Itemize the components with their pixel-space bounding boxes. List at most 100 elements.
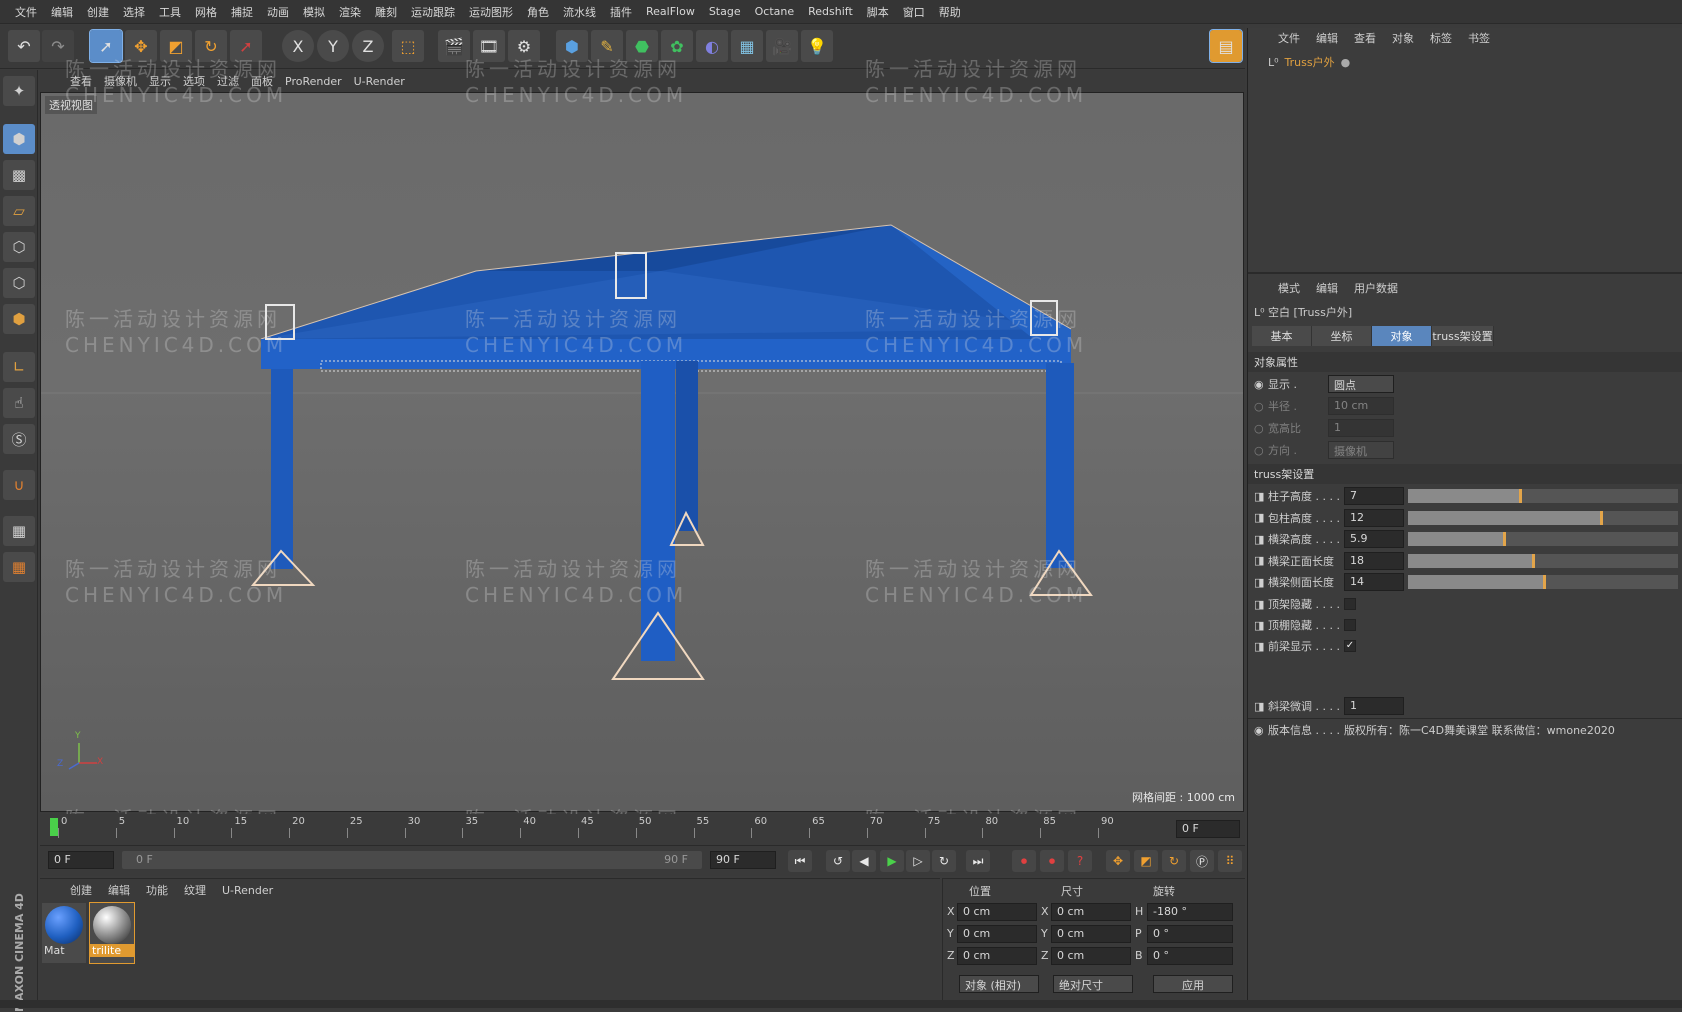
- undo-icon[interactable]: ↶: [8, 30, 40, 62]
- menu-item[interactable]: 工具: [152, 4, 188, 20]
- render-picture-icon[interactable]: 🎞: [473, 30, 505, 62]
- layout-icon[interactable]: ▤: [1209, 29, 1243, 63]
- object-menu-item[interactable]: 对象: [1384, 30, 1422, 46]
- prev-key-icon[interactable]: ↺: [826, 850, 850, 872]
- radio-icon[interactable]: ○: [1254, 400, 1268, 413]
- auto-key-icon[interactable]: ⏺: [1040, 850, 1064, 872]
- slider-knob[interactable]: [1599, 510, 1603, 525]
- subdivision-icon[interactable]: ⬣: [626, 30, 658, 62]
- radio-icon[interactable]: ◉: [1254, 378, 1268, 391]
- material-trilite[interactable]: trilite: [89, 902, 135, 964]
- current-frame-field[interactable]: 0 F: [1176, 820, 1240, 838]
- frame-range-slider[interactable]: 0 F 90 F: [122, 851, 702, 869]
- menu-item[interactable]: 插件: [603, 4, 639, 20]
- material-mat[interactable]: Mat: [42, 903, 86, 963]
- menu-item[interactable]: RealFlow: [639, 5, 702, 18]
- viewport-menu-item[interactable]: 查看: [64, 73, 98, 89]
- next-key-icon[interactable]: ↻: [932, 850, 956, 872]
- position-field[interactable]: 0 cm: [957, 925, 1037, 943]
- key-scale-icon[interactable]: ◩: [1134, 850, 1158, 872]
- menu-item[interactable]: 角色: [520, 4, 556, 20]
- attribute-menu-item[interactable]: 编辑: [1308, 280, 1346, 296]
- cloner-icon[interactable]: ✿: [661, 30, 693, 62]
- key-parameter-icon[interactable]: Ⓟ: [1190, 850, 1214, 872]
- tab-1[interactable]: 坐标: [1312, 326, 1372, 346]
- make-editable-icon[interactable]: ✦: [3, 76, 35, 106]
- tab-3[interactable]: truss架设置: [1432, 326, 1494, 346]
- keyframe-icon[interactable]: ◨: [1254, 490, 1268, 503]
- keyframe-icon[interactable]: ◨: [1254, 640, 1268, 653]
- param-slider[interactable]: [1408, 489, 1678, 503]
- live-select-icon[interactable]: ➚: [230, 30, 262, 62]
- model-mode-icon[interactable]: ⬢: [3, 124, 35, 154]
- light-icon[interactable]: 💡: [801, 30, 833, 62]
- slider-knob[interactable]: [1518, 489, 1522, 503]
- magnet-icon[interactable]: ∪: [3, 470, 35, 500]
- material-menu-item[interactable]: U-Render: [214, 884, 281, 897]
- slider-knob[interactable]: [1532, 553, 1536, 568]
- viewport-menu-item[interactable]: 显示: [143, 73, 177, 89]
- polygons-mode-icon[interactable]: ⬢: [3, 304, 35, 334]
- param-slider[interactable]: [1408, 510, 1678, 525]
- param-slider[interactable]: [1408, 553, 1678, 568]
- menu-item[interactable]: 网格: [188, 4, 224, 20]
- key-points-icon[interactable]: ⠿: [1218, 850, 1242, 872]
- aspect-field[interactable]: 1: [1328, 419, 1394, 437]
- redo-icon[interactable]: ↷: [42, 30, 74, 62]
- floor-icon[interactable]: ▦: [731, 30, 763, 62]
- keyframe-icon[interactable]: ◨: [1254, 533, 1268, 546]
- solo-icon[interactable]: ▦: [3, 516, 35, 546]
- tab-2[interactable]: 对象: [1372, 326, 1432, 346]
- axis-mode-icon[interactable]: ∟: [3, 352, 35, 382]
- pen-icon[interactable]: ✎: [591, 30, 623, 62]
- material-menu-item[interactable]: 纹理: [176, 882, 214, 898]
- size-field[interactable]: 0 cm: [1051, 925, 1131, 943]
- viewport-menu-item[interactable]: ProRender: [279, 75, 348, 88]
- menu-item[interactable]: 文件: [8, 4, 44, 20]
- viewport-menu-item[interactable]: 过滤: [211, 73, 245, 89]
- record-icon[interactable]: ⏺: [1012, 850, 1036, 872]
- rotate-icon[interactable]: ↻: [195, 30, 227, 62]
- menu-item[interactable]: Redshift: [801, 5, 860, 18]
- x-axis-icon[interactable]: X: [282, 30, 314, 62]
- y-axis-icon[interactable]: Y: [317, 30, 349, 62]
- keyframe-icon[interactable]: ◨: [1254, 619, 1268, 632]
- render-settings-icon[interactable]: ⚙: [508, 30, 540, 62]
- size-mode-select[interactable]: 绝对尺寸: [1053, 975, 1133, 993]
- object-menu-item[interactable]: 编辑: [1308, 30, 1346, 46]
- coord-mode-select[interactable]: 对象 (相对): [959, 975, 1039, 993]
- menu-item[interactable]: 渲染: [332, 4, 368, 20]
- param-field[interactable]: 14: [1344, 573, 1404, 591]
- menu-item[interactable]: 运动图形: [462, 4, 520, 20]
- prev-frame-icon[interactable]: ◀: [852, 850, 876, 872]
- slider-knob[interactable]: [1543, 575, 1546, 589]
- menu-item[interactable]: 帮助: [932, 4, 968, 20]
- viewport-menu-item[interactable]: U-Render: [348, 75, 411, 88]
- display-select[interactable]: 圆点: [1328, 375, 1394, 393]
- go-to-end-icon[interactable]: ⏭: [966, 850, 990, 872]
- param-field[interactable]: 18: [1344, 551, 1404, 570]
- rotation-field[interactable]: 0 °: [1147, 947, 1233, 965]
- end-frame-field[interactable]: 90 F: [710, 851, 776, 869]
- menu-item[interactable]: Octane: [748, 5, 802, 18]
- viewport-menu-item[interactable]: 摄像机: [98, 73, 143, 89]
- fine-tune-field[interactable]: 1: [1344, 697, 1404, 715]
- radius-field[interactable]: 10 cm: [1328, 397, 1394, 415]
- material-menu-item[interactable]: 功能: [138, 882, 176, 898]
- start-frame-field[interactable]: 0 F: [48, 851, 114, 869]
- checkbox[interactable]: ✓: [1344, 640, 1356, 652]
- material-menu-item[interactable]: 创建: [62, 882, 100, 898]
- menu-item[interactable]: 脚本: [860, 4, 896, 20]
- texture-mode-icon[interactable]: ▩: [3, 160, 35, 190]
- play-icon[interactable]: ▶: [880, 850, 904, 872]
- keyframe-icon[interactable]: ◨: [1254, 554, 1268, 567]
- rotation-field[interactable]: -180 °: [1147, 903, 1233, 921]
- snap-icon[interactable]: Ⓢ: [3, 424, 35, 454]
- checkbox[interactable]: [1344, 619, 1356, 631]
- object-name[interactable]: Truss户外: [1285, 54, 1335, 70]
- menu-item[interactable]: 选择: [116, 4, 152, 20]
- orientation-select[interactable]: 摄像机: [1328, 441, 1394, 459]
- apply-button[interactable]: 应用: [1153, 975, 1233, 993]
- select-icon[interactable]: ➚: [89, 29, 123, 63]
- menu-item[interactable]: 编辑: [44, 4, 80, 20]
